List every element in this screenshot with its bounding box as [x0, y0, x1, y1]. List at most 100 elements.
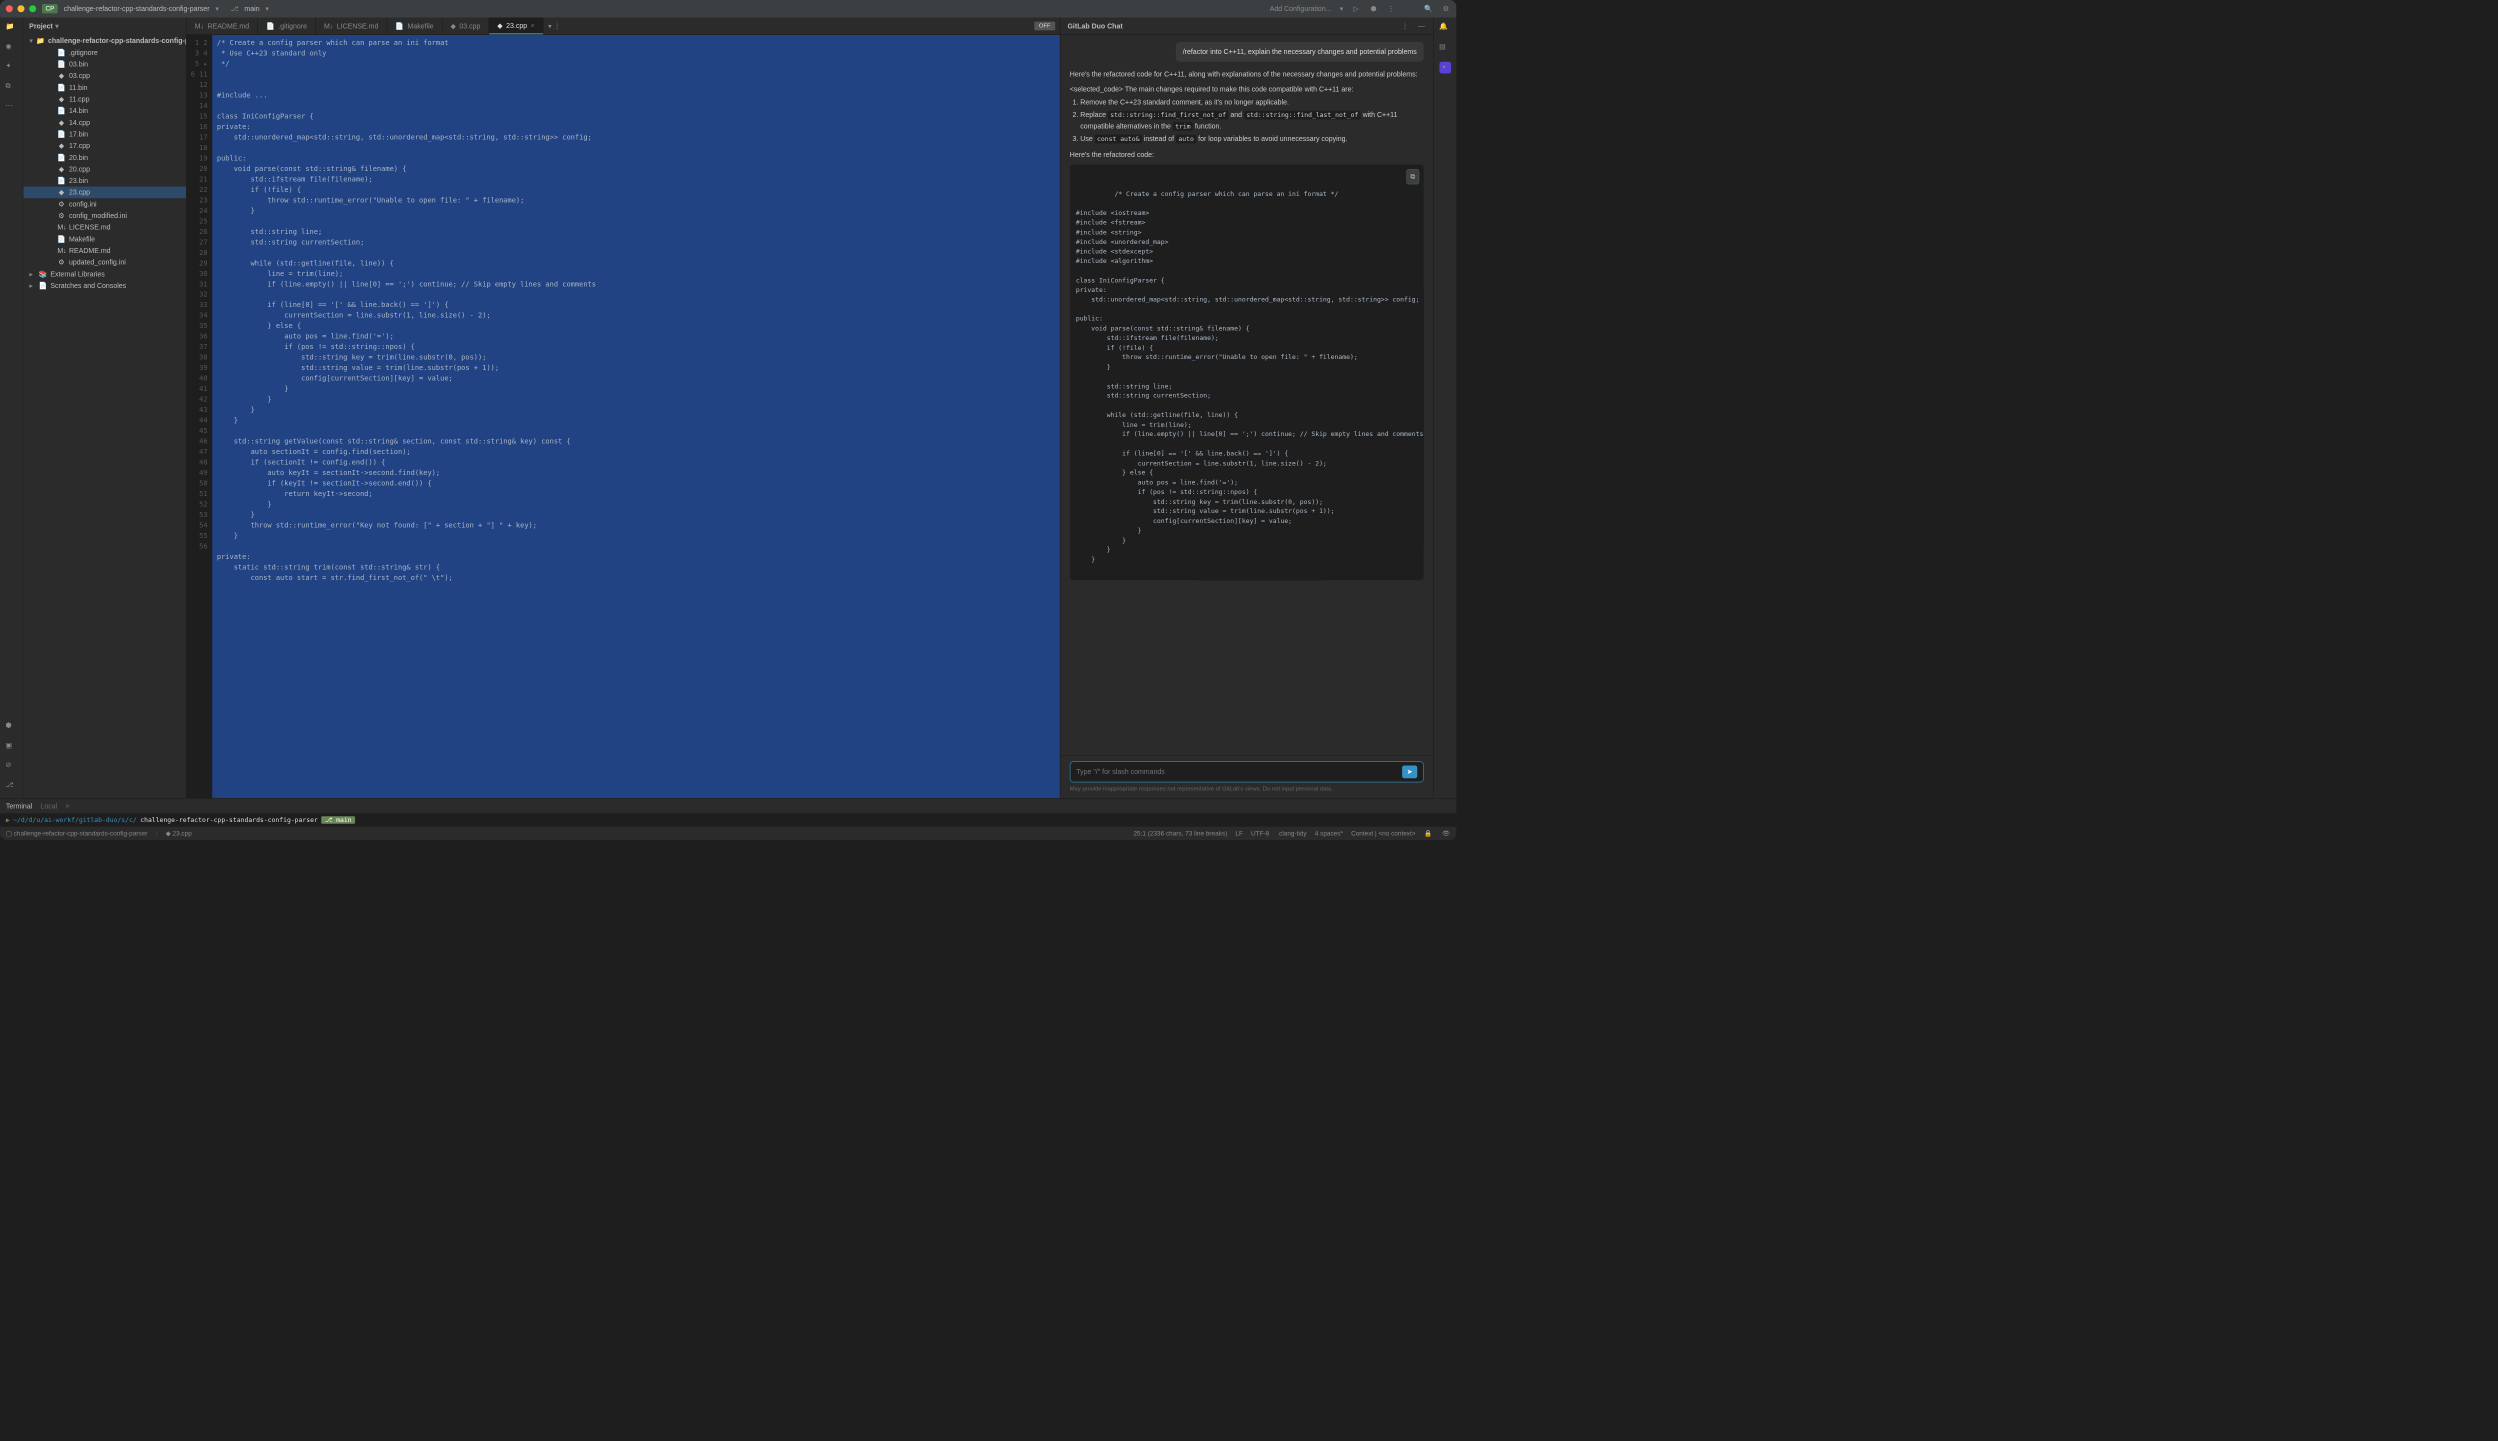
window-controls	[6, 5, 36, 12]
editor-tab[interactable]: ◆03.cpp	[442, 17, 489, 34]
tree-file[interactable]: ◆03.cpp	[23, 70, 186, 82]
line-gutter: 1 2 3 4 5 ▸ 6 11 12 13 14 15 16 17 18 19…	[187, 35, 213, 798]
assistant-intro: Here's the refactored code for C++11, al…	[1070, 69, 1424, 79]
off-badge: OFF	[1034, 22, 1055, 31]
terminal-tool-icon[interactable]: ▣	[6, 741, 18, 753]
lock-icon[interactable]: 🔒	[1424, 829, 1433, 838]
tree-file[interactable]: 📄Makefile	[23, 233, 186, 245]
change-item: Use const auto& instead of auto for loop…	[1080, 134, 1423, 145]
branch-icon: ⎇	[231, 5, 239, 13]
chat-minimize-icon[interactable]: —	[1417, 21, 1426, 30]
more-button[interactable]: ⋮	[1386, 4, 1395, 13]
minimize-window-button[interactable]	[17, 5, 24, 12]
run-button[interactable]: ▷	[1351, 4, 1360, 13]
tree-scratches[interactable]: ▸📄 Scratches and Consoles	[23, 280, 186, 292]
problems-tool-icon[interactable]: ⊘	[6, 761, 18, 773]
editor-tab[interactable]: 📄.gitignore	[258, 17, 316, 34]
database-icon[interactable]: ▤	[1439, 42, 1451, 54]
notifications-icon[interactable]: 🔔	[1439, 22, 1451, 34]
tree-file[interactable]: ◆17.cpp	[23, 140, 186, 152]
build-tool-icon[interactable]: ⬢	[6, 721, 18, 733]
terminal-tab[interactable]: Terminal	[6, 802, 32, 810]
project-panel: Project ▾ ▾📁 challenge-refactor-cpp-stan…	[23, 17, 186, 798]
tree-file[interactable]: 📄23.bin	[23, 175, 186, 187]
bookmarks-tool-icon[interactable]: ✦	[6, 62, 18, 74]
project-tool-icon[interactable]: 📁	[6, 22, 18, 34]
maximize-window-button[interactable]	[29, 5, 36, 12]
tree-file[interactable]: ⚙config.ini	[23, 198, 186, 210]
tree-file[interactable]: 📄20.bin	[23, 152, 186, 164]
readonly-icon[interactable]: 👁	[1441, 829, 1450, 838]
chat-disclaimer: May provide inappropriate responses not …	[1070, 786, 1424, 792]
vcs-tool-icon[interactable]: ⎇	[6, 781, 18, 793]
debug-button[interactable]: ⬢	[1369, 4, 1378, 13]
tree-file[interactable]: ◆11.cpp	[23, 93, 186, 105]
tree-file[interactable]: 📄.gitignore	[23, 47, 186, 59]
branch-dropdown[interactable]: main	[244, 5, 259, 13]
bottom-tool-tabs: Terminal Local ×	[0, 798, 1456, 813]
tree-file[interactable]: 📄17.bin	[23, 128, 186, 140]
encoding[interactable]: UTF-8	[1251, 830, 1269, 837]
change-item: Remove the C++23 standard comment, as it…	[1080, 97, 1423, 107]
search-icon[interactable]: 🔍	[1424, 4, 1433, 13]
tree-root[interactable]: ▾📁 challenge-refactor-cpp-standards-conf…	[23, 35, 186, 47]
editor-tabs: M↓README.md📄.gitignoreM↓LICENSE.md📄Makef…	[187, 17, 1060, 34]
chat-header: GitLab Duo Chat ⋮ —	[1060, 17, 1433, 34]
line-ending[interactable]: LF	[1235, 830, 1242, 837]
tree-file[interactable]: ◆14.cpp	[23, 117, 186, 129]
settings-icon[interactable]: ⚙	[1441, 4, 1450, 13]
ai-assistant-icon[interactable]: ✦	[1439, 62, 1451, 74]
editor-tab[interactable]: M↓LICENSE.md	[316, 17, 387, 34]
titlebar: CP challenge-refactor-cpp-standards-conf…	[0, 0, 1456, 17]
tree-file[interactable]: 📄11.bin	[23, 82, 186, 94]
status-bar: ▢ challenge-refactor-cpp-standards-confi…	[0, 826, 1456, 840]
project-tree: ▾📁 challenge-refactor-cpp-standards-conf…	[23, 35, 186, 798]
tree-file[interactable]: M↓LICENSE.md	[23, 222, 186, 234]
chat-input-wrap: ➤	[1070, 761, 1424, 782]
editor-tab[interactable]: M↓README.md	[187, 17, 258, 34]
chat-code-block: ⧉ /* Create a config parser which can pa…	[1070, 164, 1424, 580]
project-badge: CP	[42, 4, 58, 13]
close-window-button[interactable]	[6, 5, 13, 12]
tab-close-icon[interactable]: ×	[65, 802, 69, 810]
chat-title: GitLab Duo Chat	[1067, 22, 1122, 30]
indent[interactable]: 4 spaces*	[1315, 830, 1343, 837]
chat-input[interactable]	[1076, 768, 1402, 776]
change-item: Replace std::string::find_first_not_of a…	[1080, 110, 1423, 132]
copy-code-button[interactable]: ⧉	[1406, 169, 1419, 184]
tree-file[interactable]: 📄14.bin	[23, 105, 186, 117]
breadcrumb-root[interactable]: ▢ challenge-refactor-cpp-standards-confi…	[6, 830, 148, 838]
tree-file[interactable]: ◆20.cpp	[23, 163, 186, 175]
right-tool-rail: 🔔 ▤ ✦	[1433, 17, 1456, 798]
tab-overflow[interactable]: ▾ ⋮	[543, 17, 565, 34]
tree-file[interactable]: ⚙config_modified.ini	[23, 210, 186, 222]
terminal-prompt[interactable]: ▶ ~/d/d/u/ai-workf/gitlab-duo/s/c/challe…	[0, 813, 1456, 826]
add-configuration-dropdown[interactable]: Add Configuration...	[1270, 5, 1332, 13]
tree-file[interactable]: ◆23.cpp	[23, 187, 186, 199]
editor-area: M↓README.md📄.gitignoreM↓LICENSE.md📄Makef…	[187, 17, 1060, 798]
tree-file[interactable]: ⚙updated_config.ini	[23, 257, 186, 269]
local-tab[interactable]: Local	[40, 802, 57, 810]
breadcrumb-file[interactable]: ◆ 23.cpp	[166, 830, 192, 838]
editor-tab[interactable]: 📄Makefile	[387, 17, 442, 34]
project-panel-header[interactable]: Project ▾	[23, 17, 186, 34]
context[interactable]: Context | <no context>	[1351, 830, 1415, 837]
chat-body: /refactor into C++11, explain the necess…	[1060, 35, 1433, 755]
editor-tab[interactable]: ◆23.cpp×	[489, 17, 543, 34]
commit-tool-icon[interactable]: ◉	[6, 42, 18, 54]
send-button[interactable]: ➤	[1402, 765, 1417, 778]
refactored-label: Here's the refactored code:	[1070, 149, 1424, 159]
more-tools-icon[interactable]: ⋯	[6, 101, 18, 113]
code-editor[interactable]: /* Create a config parser which can pars…	[212, 35, 1060, 798]
tree-external-libs[interactable]: ▸📚 External Libraries	[23, 268, 186, 280]
assistant-changes: <selected_code> The main changes require…	[1070, 84, 1424, 144]
structure-tool-icon[interactable]: ⧉	[6, 82, 18, 94]
project-name-dropdown[interactable]: challenge-refactor-cpp-standards-config-…	[64, 5, 210, 13]
tree-file[interactable]: M↓README.md	[23, 245, 186, 257]
user-message: /refactor into C++11, explain the necess…	[1176, 42, 1424, 62]
tree-file[interactable]: 📄03.bin	[23, 58, 186, 70]
cursor-position[interactable]: 25:1 (2336 chars, 73 line breaks)	[1133, 830, 1227, 837]
chat-menu-icon[interactable]: ⋮	[1400, 21, 1409, 30]
linter[interactable]: .clang-tidy	[1277, 830, 1306, 837]
left-tool-rail: 📁 ◉ ✦ ⧉ ⋯ ⬢ ▣ ⊘ ⎇	[0, 17, 23, 798]
